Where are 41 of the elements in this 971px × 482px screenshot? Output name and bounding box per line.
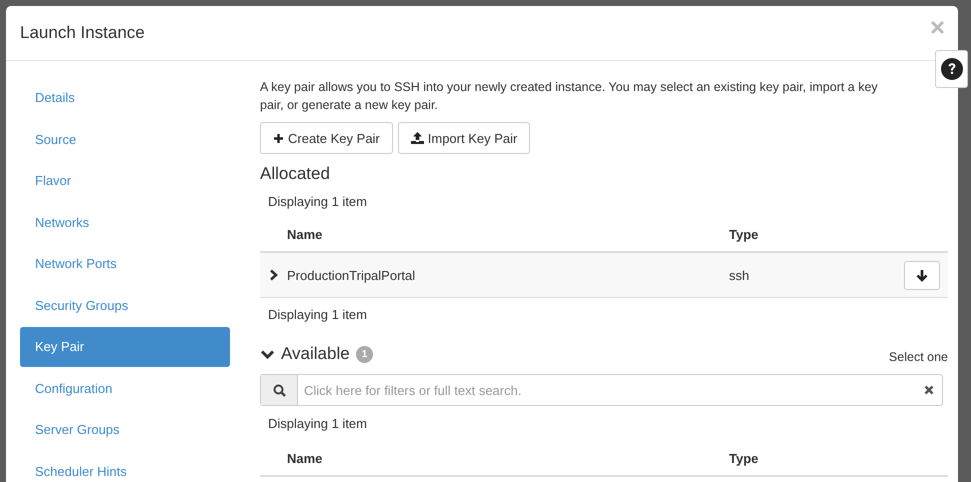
section-heading: Allocated [260, 164, 331, 184]
sidebar-item[interactable]: Flavor [20, 161, 230, 201]
count-badge: 1 [356, 346, 374, 362]
sidebar-item[interactable]: Configuration [20, 368, 230, 408]
chevron-down-icon[interactable] [260, 348, 275, 360]
description-text: A key pair allows you to SSH into your newly created instance. You may select an existing key pair, import a key pair, or generate a new key pair. [260, 79, 879, 114]
deallocate-button[interactable] [904, 260, 940, 290]
upload-icon [410, 132, 424, 144]
table-cell-text: ProductionTripalPortal [287, 268, 416, 282]
column-header: Name [287, 226, 324, 242]
search-bar[interactable]: Click here for filters or full text search. [260, 374, 943, 406]
sidebar-item[interactable]: Security Groups [20, 286, 230, 326]
clear-icon[interactable] [924, 385, 934, 395]
section-heading: Available [281, 344, 350, 364]
column-header: Type [729, 226, 760, 242]
create-key-pair-button[interactable]: Create Key Pair [260, 122, 393, 154]
search-icon [272, 384, 286, 396]
import-key-pair-button[interactable]: Import Key Pair [398, 122, 530, 154]
item-count: Displaying 1 item [267, 306, 368, 324]
chevron-right-icon[interactable] [269, 269, 278, 281]
item-count: Displaying 1 item [267, 193, 368, 211]
sidebar-item[interactable]: Networks [20, 202, 230, 242]
column-header: Name [287, 450, 324, 466]
help-button[interactable] [935, 50, 968, 88]
table-row[interactable]: ProductionTripalPortal ssh [260, 253, 948, 298]
column-header: Type [729, 450, 760, 466]
sidebar-item[interactable]: Network Ports [20, 244, 230, 284]
sidebar-item[interactable]: Scheduler Hints [20, 452, 230, 482]
table-cell-text: ssh [729, 268, 750, 282]
dialog-title: Launch Instance [20, 23, 145, 43]
arrow-down-icon [916, 268, 928, 282]
sidebar-item[interactable]: Source [20, 120, 230, 160]
search-field[interactable]: Click here for filters or full text search. [298, 382, 924, 398]
help-icon [940, 58, 962, 80]
sidebar-item[interactable]: Details [20, 78, 230, 118]
close-icon [931, 20, 944, 34]
item-count: Displaying 1 item [267, 415, 368, 433]
plus-icon [273, 132, 284, 144]
select-hint: Select one [888, 350, 948, 364]
sidebar-item[interactable]: Key Pair [20, 327, 230, 367]
sidebar-item[interactable]: Server Groups [20, 410, 230, 450]
